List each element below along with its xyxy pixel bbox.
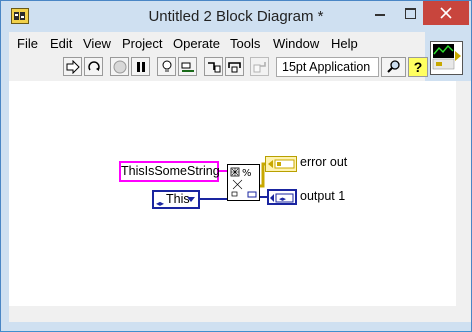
error-cluster-icon — [268, 159, 295, 169]
output-1-indicator[interactable]: ◂▸ — [267, 189, 297, 205]
string-constant[interactable]: ThisIsSomeString — [119, 161, 220, 182]
enum-indicator-icon: ◂▸ — [270, 193, 294, 203]
error-out-indicator[interactable] — [265, 156, 297, 172]
scan-from-string-icon: % — [230, 167, 257, 198]
svg-text:%: % — [242, 168, 252, 179]
enum-increment-icon: ◂▸ — [156, 199, 165, 208]
block-diagram-window: Untitled 2 Block Diagram * File Edit Vie… — [0, 0, 472, 331]
enum-constant[interactable]: ◂▸ This — [152, 190, 200, 209]
scan-from-string-node[interactable]: % — [227, 164, 260, 201]
error-out-label: error out — [300, 155, 348, 169]
svg-text:◂▸: ◂▸ — [279, 195, 287, 203]
enum-dropdown-icon[interactable] — [187, 197, 195, 202]
output-1-label: output 1 — [300, 189, 346, 203]
